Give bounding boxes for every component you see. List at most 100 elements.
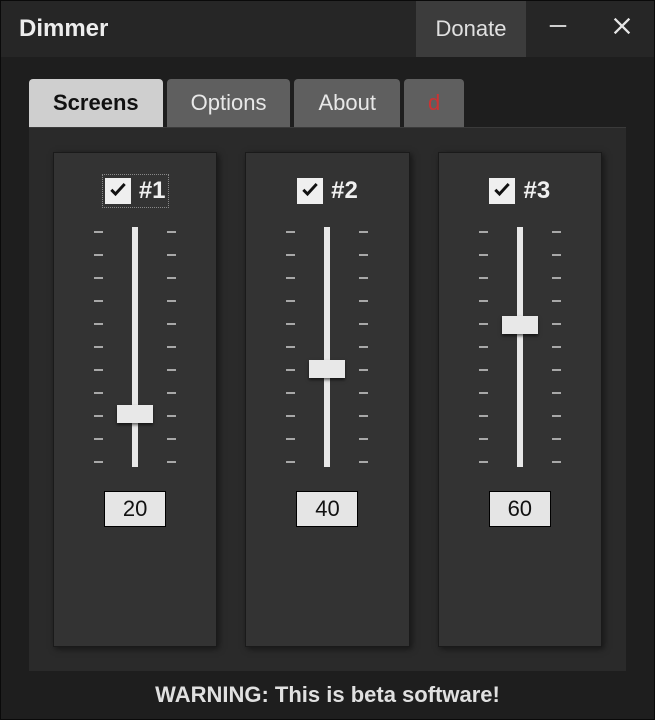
slider-tick: [286, 277, 295, 279]
slider-tick: [286, 323, 295, 325]
slider-track: [324, 227, 330, 467]
slider-tick: [359, 300, 368, 302]
slider-tick: [286, 254, 295, 256]
slider-tick: [552, 254, 561, 256]
slider-tick: [359, 346, 368, 348]
screen-1-value[interactable]: 20: [104, 491, 166, 527]
slider-tick: [94, 369, 103, 371]
slider-tick: [359, 438, 368, 440]
screen-3-slider[interactable]: [470, 227, 570, 467]
slider-tick: [167, 392, 176, 394]
slider-tick: [479, 461, 488, 463]
slider-tick: [359, 277, 368, 279]
slider-thumb[interactable]: [309, 360, 345, 378]
slider-tick: [286, 231, 295, 233]
close-button[interactable]: [590, 1, 654, 57]
slider-tick: [359, 392, 368, 394]
slider-tick: [94, 415, 103, 417]
slider-tick: [359, 254, 368, 256]
screen-2-label: #2: [331, 177, 358, 205]
slider-tick: [479, 323, 488, 325]
slider-tick: [167, 254, 176, 256]
donate-button[interactable]: Donate: [416, 1, 526, 57]
screen-2-checkbox[interactable]: [297, 178, 323, 204]
minimize-icon: [547, 15, 569, 43]
checkmark-icon: [300, 179, 320, 204]
slider-tick: [552, 231, 561, 233]
app-window: Dimmer Donate Screens Options About d: [0, 0, 655, 720]
slider-tick: [94, 461, 103, 463]
minimize-button[interactable]: [526, 1, 590, 57]
slider-tick: [286, 369, 295, 371]
window-title: Dimmer: [19, 15, 416, 43]
slider-tick: [167, 461, 176, 463]
slider-tick: [479, 254, 488, 256]
slider-tick: [552, 300, 561, 302]
slider-tick: [359, 415, 368, 417]
screen-header-2: #2: [297, 177, 358, 205]
screen-1-checkbox[interactable]: [105, 178, 131, 204]
slider-tick: [167, 277, 176, 279]
slider-tick: [552, 323, 561, 325]
slider-tick: [479, 392, 488, 394]
slider-tick: [479, 438, 488, 440]
slider-ticks-right: [359, 227, 373, 467]
slider-track: [132, 227, 138, 467]
footer-warning: WARNING: This is beta software!: [29, 671, 626, 719]
screen-header-1: #1: [105, 177, 166, 205]
screen-2-value[interactable]: 40: [296, 491, 358, 527]
slider-tick: [479, 300, 488, 302]
slider-tick: [286, 461, 295, 463]
slider-tick: [479, 369, 488, 371]
slider-tick: [552, 346, 561, 348]
slider-tick: [359, 369, 368, 371]
slider-track: [517, 227, 523, 467]
slider-tick: [359, 231, 368, 233]
slider-tick: [94, 392, 103, 394]
screen-card-2: #2 40: [245, 152, 409, 647]
client-area: Screens Options About d #1: [1, 57, 654, 719]
slider-thumb[interactable]: [117, 405, 153, 423]
slider-tick: [94, 323, 103, 325]
slider-tick: [479, 346, 488, 348]
slider-tick: [167, 346, 176, 348]
slider-tick: [167, 323, 176, 325]
screen-2-slider[interactable]: [277, 227, 377, 467]
slider-tick: [479, 277, 488, 279]
screen-3-value[interactable]: 60: [489, 491, 551, 527]
slider-ticks-right: [167, 227, 181, 467]
slider-tick: [167, 231, 176, 233]
slider-tick: [167, 438, 176, 440]
screen-3-checkbox[interactable]: [489, 178, 515, 204]
slider-tick: [552, 277, 561, 279]
tab-about[interactable]: About: [294, 79, 400, 127]
slider-tick: [167, 415, 176, 417]
screens-panel: #1 20 #2: [29, 127, 626, 671]
screen-1-slider[interactable]: [85, 227, 185, 467]
slider-tick: [552, 369, 561, 371]
slider-tick: [94, 346, 103, 348]
screen-card-1: #1 20: [53, 152, 217, 647]
slider-tick: [94, 300, 103, 302]
close-icon: [611, 15, 633, 43]
slider-tick: [359, 323, 368, 325]
slider-tick: [286, 346, 295, 348]
screen-card-3: #3 60: [438, 152, 602, 647]
slider-thumb[interactable]: [502, 316, 538, 334]
slider-tick: [94, 254, 103, 256]
slider-tick: [167, 300, 176, 302]
tab-screens[interactable]: Screens: [29, 79, 163, 127]
tab-options[interactable]: Options: [167, 79, 291, 127]
slider-tick: [552, 392, 561, 394]
tab-d[interactable]: d: [404, 79, 464, 127]
slider-ticks-left: [474, 227, 488, 467]
screen-1-label: #1: [139, 177, 166, 205]
slider-tick: [286, 438, 295, 440]
checkmark-icon: [108, 179, 128, 204]
screen-header-3: #3: [489, 177, 550, 205]
slider-tick: [359, 461, 368, 463]
slider-tick: [286, 300, 295, 302]
slider-tick: [94, 438, 103, 440]
slider-tick: [286, 392, 295, 394]
slider-tick: [94, 231, 103, 233]
